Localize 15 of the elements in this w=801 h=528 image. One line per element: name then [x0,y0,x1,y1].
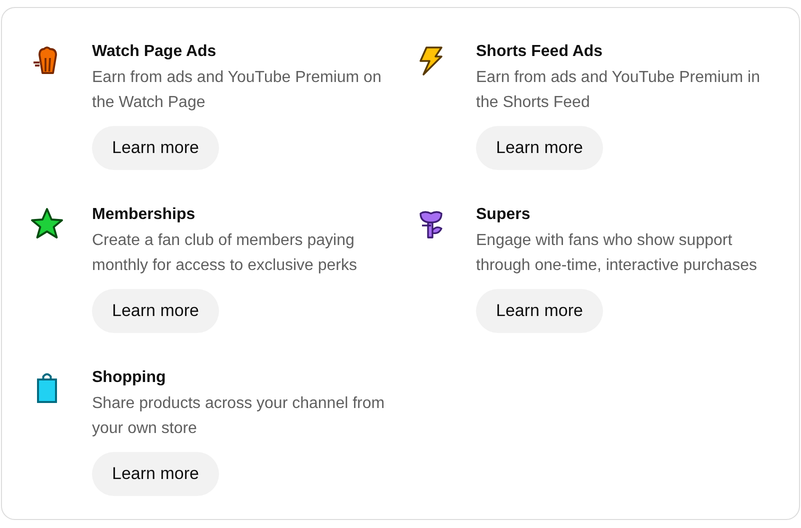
learn-more-button[interactable]: Learn more [476,289,603,333]
feature-description: Create a fan club of members paying monthly for access to exclusive perks [92,231,358,276]
feature-description: Earn from ads and YouTube Premium on the Watch Page [92,68,382,113]
feature-title: Watch Page Ads [92,42,216,62]
learn-more-button[interactable]: Learn more [92,289,219,333]
learn-more-button[interactable]: Learn more [476,126,603,170]
feature-title: Memberships [92,205,196,225]
feature-description: Earn from ads and YouTube Premium in the Shorts Feed [476,68,762,113]
feature-description: Share products across your channel from your own store [92,394,386,439]
learn-more-button[interactable]: Learn more [92,452,219,496]
feature-description: Engage with fans who show support through one-time, interactive purchases [476,231,758,276]
feature-title: Shorts Feed Ads [476,42,603,62]
feature-title: Supers [476,205,530,225]
feature-title: Shopping [92,368,166,388]
learn-more-button[interactable]: Learn more [92,126,219,170]
